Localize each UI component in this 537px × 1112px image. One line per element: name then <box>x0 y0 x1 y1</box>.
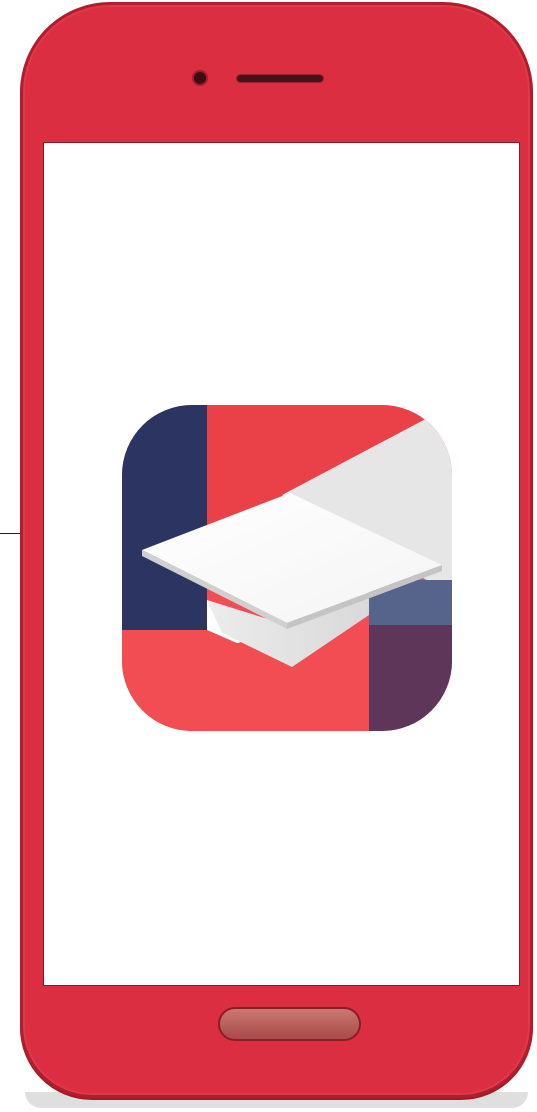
front-camera-icon <box>194 72 206 84</box>
phone-screen <box>43 142 520 986</box>
home-button[interactable] <box>218 1007 361 1041</box>
phone-frame <box>20 2 533 1098</box>
graduation-cap-app-icon[interactable] <box>122 405 452 731</box>
speaker-grille <box>237 75 323 82</box>
